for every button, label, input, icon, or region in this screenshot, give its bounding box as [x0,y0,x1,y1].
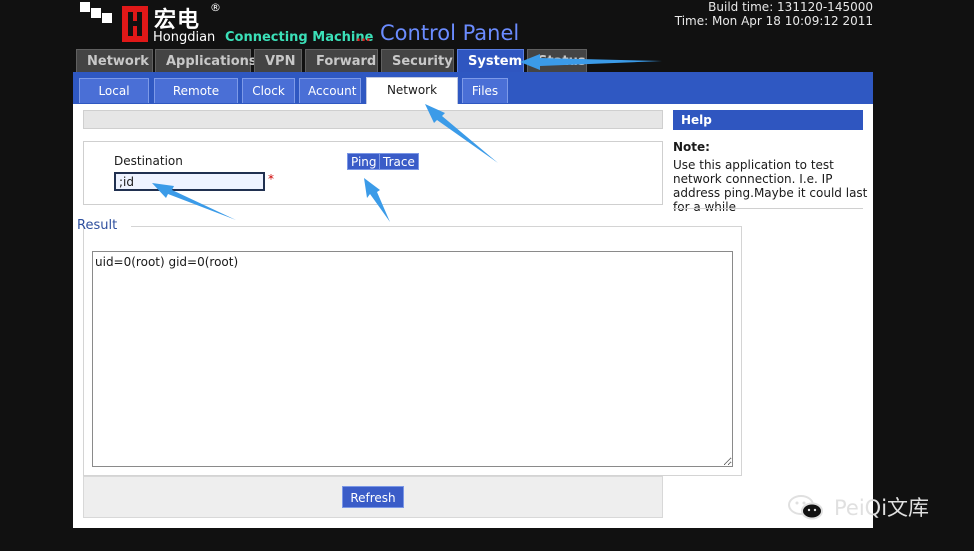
watermark-text: PeiQi文库 [834,496,930,520]
tab-applications[interactable]: Applications [155,49,257,73]
registered-mark: ® [210,1,221,14]
subtab-clock[interactable]: Clock [242,78,295,103]
brand-name-en: Hongdian [153,30,216,45]
tab-forward[interactable]: Forward [305,49,378,73]
subtab-files[interactable]: Files [462,78,508,103]
tab-status[interactable]: Status [527,49,587,73]
ping-button[interactable]: Ping [347,153,381,170]
subtab-account[interactable]: Account [299,78,361,103]
page-title: Control Panel [380,21,520,45]
current-time: Time: Mon Apr 18 10:09:12 2011 [674,14,873,28]
tab-vpn[interactable]: VPN [254,49,302,73]
build-info: Build time: 131120-145000 Time: Mon Apr … [675,0,873,28]
destination-input[interactable] [114,172,265,191]
required-mark: * [268,172,274,186]
trace-button[interactable]: Trace [379,153,419,170]
refresh-button[interactable]: Refresh [342,486,404,508]
result-label: Result [77,218,118,233]
slogan: Connecting Machine [225,30,374,45]
section-header-bar [83,110,663,129]
hongdian-logo-icon [122,6,148,42]
note-title: Note: [673,140,710,154]
logo-icon [80,2,114,24]
wechat-icon [788,495,823,520]
tab-network[interactable]: Network [76,49,153,73]
build-time: Build time: 131120-145000 [708,0,873,14]
tab-system[interactable]: System [457,49,524,73]
help-divider [673,208,863,209]
destination-label: Destination [114,154,183,168]
result-output[interactable]: uid=0(root) gid=0(root) [92,251,733,467]
help-header: Help [673,110,863,130]
subtab-network-test[interactable]: Network Test [366,77,458,122]
note-text: Use this application to test network con… [673,158,868,214]
subtab-local-log[interactable]: Local Log [79,78,149,123]
slogan-dots: ... [356,30,371,45]
subtab-remote-log[interactable]: Remote Log [154,78,238,123]
tab-security[interactable]: Security [381,49,454,73]
